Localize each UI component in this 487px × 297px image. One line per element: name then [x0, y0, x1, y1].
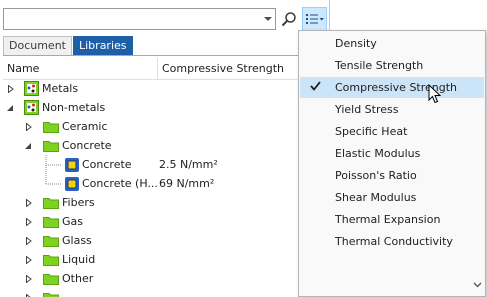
material-icon	[65, 177, 79, 191]
material-browser-panel: Document Libraries Name Compressive Stre…	[0, 0, 330, 297]
material-library-icon	[24, 81, 39, 96]
tree-row-nonmetals[interactable]: Non-metals	[0, 98, 329, 117]
tree-row-glass[interactable]: Glass	[0, 231, 329, 250]
tree-label: Concrete	[62, 139, 112, 152]
tree-row-concrete-folder[interactable]: Concrete	[0, 136, 329, 155]
menu-item-poissons-ratio[interactable]: Poisson's Ratio	[300, 165, 484, 186]
column-chooser-menu: Density Tensile Strength Compressive Str…	[298, 30, 486, 297]
expand-arrow-icon[interactable]	[26, 123, 32, 131]
tree-row-liquid[interactable]: Liquid	[0, 250, 329, 269]
tree-row-metals[interactable]: Metals	[0, 79, 329, 98]
tree-row-fibers[interactable]: Fibers	[0, 193, 329, 212]
menu-item-thermal-expansion[interactable]: Thermal Expansion	[300, 209, 484, 230]
tree-label: Concrete	[82, 158, 132, 171]
strength-value: 2.5 N/mm²	[159, 158, 218, 171]
folder-icon	[43, 236, 59, 247]
expand-arrow-icon[interactable]	[26, 256, 32, 264]
menu-item-thermal-conductivity[interactable]: Thermal Conductivity	[300, 231, 484, 252]
strength-value: 69 N/mm²	[159, 177, 215, 190]
tree-label: Ceramic	[62, 120, 108, 133]
tree-label: Gas	[62, 215, 83, 228]
expand-arrow-icon[interactable]	[26, 275, 32, 283]
tree-label: Concrete (H...	[82, 177, 158, 190]
chevron-down-icon	[473, 282, 481, 288]
tree-row-gas[interactable]: Gas	[0, 212, 329, 231]
tree-row-concrete-material[interactable]: Concrete (H... 69 N/mm²	[0, 174, 329, 193]
tree-label: Glass	[62, 234, 92, 247]
expand-arrow-icon[interactable]	[26, 218, 32, 226]
menu-item-density[interactable]: Density	[300, 33, 484, 54]
menu-item-specific-heat[interactable]: Specific Heat	[300, 121, 484, 142]
folder-icon	[43, 255, 59, 266]
material-icon	[65, 158, 79, 172]
menu-item-shear-modulus[interactable]: Shear Modulus	[300, 187, 484, 208]
tree-row-ceramic[interactable]: Ceramic	[0, 117, 329, 136]
tree-label: Non-metals	[42, 101, 106, 114]
collapse-arrow-icon[interactable]	[24, 142, 32, 150]
tree-label: Metals	[42, 82, 79, 95]
menu-item-elastic-modulus[interactable]: Elastic Modulus	[300, 143, 484, 164]
menu-item-yield-stress[interactable]: Yield Stress	[300, 99, 484, 120]
folder-icon	[43, 217, 59, 228]
collapse-arrow-icon[interactable]	[6, 104, 14, 112]
menu-item-tensile-strength[interactable]: Tensile Strength	[300, 55, 484, 76]
expand-arrow-icon[interactable]	[8, 85, 14, 93]
tree-row-other[interactable]: Other	[0, 269, 329, 288]
folder-icon	[43, 122, 59, 133]
folder-icon	[43, 198, 59, 209]
expand-arrow-icon[interactable]	[26, 237, 32, 245]
checkmark-icon	[310, 81, 321, 91]
folder-icon	[43, 141, 59, 152]
tree-label: Liquid	[62, 253, 96, 266]
tree-label: Fibers	[62, 196, 95, 209]
folder-icon	[43, 293, 59, 297]
folder-icon	[43, 274, 59, 285]
mouse-cursor-icon	[428, 84, 441, 104]
menu-item-compressive-strength[interactable]: Compressive Strength	[300, 77, 484, 98]
tree-row-concrete-material[interactable]: Concrete 2.5 N/mm²	[0, 155, 329, 174]
menu-scroll-down-button[interactable]	[470, 278, 484, 292]
expand-arrow-icon[interactable]	[26, 199, 32, 207]
tree-label: Other	[62, 272, 94, 285]
material-library-icon	[24, 100, 39, 115]
tree-row-partial[interactable]	[0, 288, 329, 297]
